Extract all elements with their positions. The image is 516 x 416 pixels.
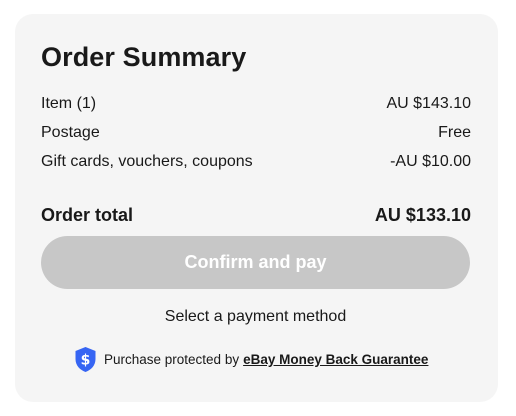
order-total-row: Order total AU $133.10 bbox=[41, 205, 471, 226]
shield-dollar-icon: $ bbox=[74, 346, 97, 373]
guarantee-link[interactable]: eBay Money Back Guarantee bbox=[243, 352, 428, 367]
order-summary-card: Order Summary Item (1) AU $143.10 Postag… bbox=[15, 14, 498, 402]
item-label: Item (1) bbox=[41, 95, 97, 112]
discounts-label: Gift cards, vouchers, coupons bbox=[41, 153, 253, 170]
confirm-and-pay-button[interactable]: Confirm and pay bbox=[41, 236, 470, 289]
guarantee-text: Purchase protected by bbox=[104, 352, 240, 367]
item-value: AU $143.10 bbox=[386, 95, 471, 112]
svg-text:$: $ bbox=[81, 353, 91, 369]
discounts-value: -AU $10.00 bbox=[390, 153, 471, 170]
postage-value: Free bbox=[438, 124, 471, 141]
postage-label: Postage bbox=[41, 124, 100, 141]
summary-line-item: Item (1) AU $143.10 bbox=[41, 95, 471, 113]
summary-line-postage: Postage Free bbox=[41, 124, 471, 142]
order-total-label: Order total bbox=[41, 205, 134, 225]
order-summary-title: Order Summary bbox=[41, 42, 247, 72]
order-total-value: AU $133.10 bbox=[374, 205, 471, 225]
select-payment-method-hint: Select a payment method bbox=[164, 308, 347, 325]
summary-line-discounts: Gift cards, vouchers, coupons -AU $10.00 bbox=[41, 153, 471, 171]
money-back-guarantee: $ Purchase protected by eBay Money Back … bbox=[74, 346, 428, 373]
